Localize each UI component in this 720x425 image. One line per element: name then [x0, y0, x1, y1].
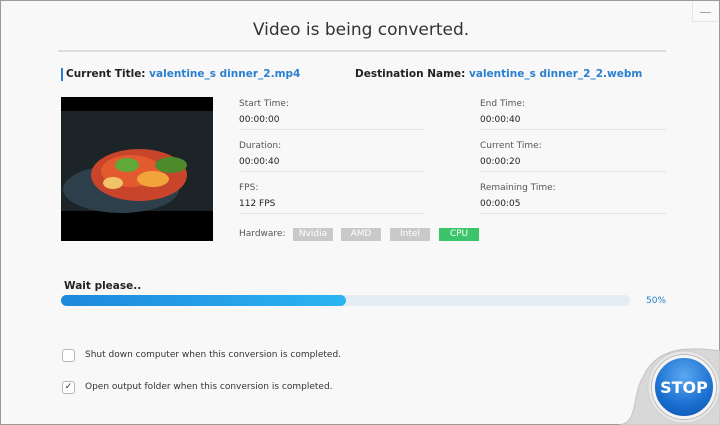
end-time-value: 00:00:40 — [480, 115, 521, 125]
hardware-cpu[interactable]: CPU — [439, 228, 479, 241]
hardware-amd[interactable]: AMD — [341, 228, 381, 241]
shutdown-checkbox[interactable] — [62, 349, 75, 362]
fps-label: FPS: — [239, 183, 259, 193]
start-time-value: 00:00:00 — [239, 115, 280, 125]
divider — [480, 213, 666, 214]
duration-value: 00:00:40 — [239, 157, 280, 167]
hardware-nvidia[interactable]: Nvidia — [293, 228, 333, 241]
checkmark-icon: ✓ — [64, 382, 73, 392]
destination-label: Destination Name: — [355, 68, 466, 80]
minimize-button[interactable]: — — [692, 2, 718, 22]
hardware-intel[interactable]: Intel — [390, 228, 430, 241]
conversion-window: — Video is being converted. Current Titl… — [0, 0, 720, 425]
divider — [58, 50, 666, 52]
accent-bar — [61, 68, 63, 81]
remaining-time-label: Remaining Time: — [480, 183, 556, 193]
current-title-value: valentine_s dinner_2.mp4 — [149, 68, 301, 80]
divider — [239, 171, 425, 172]
current-title-label: Current Title: — [66, 68, 146, 80]
current-time-label: Current Time: — [480, 141, 542, 151]
divider — [239, 129, 425, 130]
progress-fill — [61, 295, 346, 306]
minimize-icon: — — [699, 4, 712, 19]
open-folder-option-label: Open output folder when this conversion … — [85, 382, 333, 392]
divider — [480, 129, 666, 130]
video-thumbnail — [61, 97, 213, 241]
divider — [480, 171, 666, 172]
start-time-label: Start Time: — [239, 99, 289, 109]
stop-button[interactable]: STOP — [652, 355, 716, 419]
current-time-value: 00:00:20 — [480, 157, 521, 167]
destination-value: valentine_s dinner_2_2.webm — [469, 68, 643, 80]
progress-bar — [61, 295, 630, 306]
hardware-label: Hardware: — [239, 229, 286, 239]
remaining-time-value: 00:00:05 — [480, 199, 521, 209]
progress-status: Wait please.. — [64, 280, 142, 292]
divider — [239, 213, 425, 214]
duration-label: Duration: — [239, 141, 282, 151]
shutdown-option-label: Shut down computer when this conversion … — [85, 350, 342, 360]
end-time-label: End Time: — [480, 99, 526, 109]
fps-value: 112 FPS — [239, 199, 276, 209]
destination-name: Destination Name: valentine_s dinner_2_2… — [355, 68, 642, 80]
progress-percent: 50% — [646, 296, 667, 306]
current-title: Current Title: valentine_s dinner_2.mp4 — [66, 68, 300, 80]
open-folder-checkbox[interactable]: ✓ — [62, 381, 75, 394]
page-title: Video is being converted. — [252, 20, 470, 40]
